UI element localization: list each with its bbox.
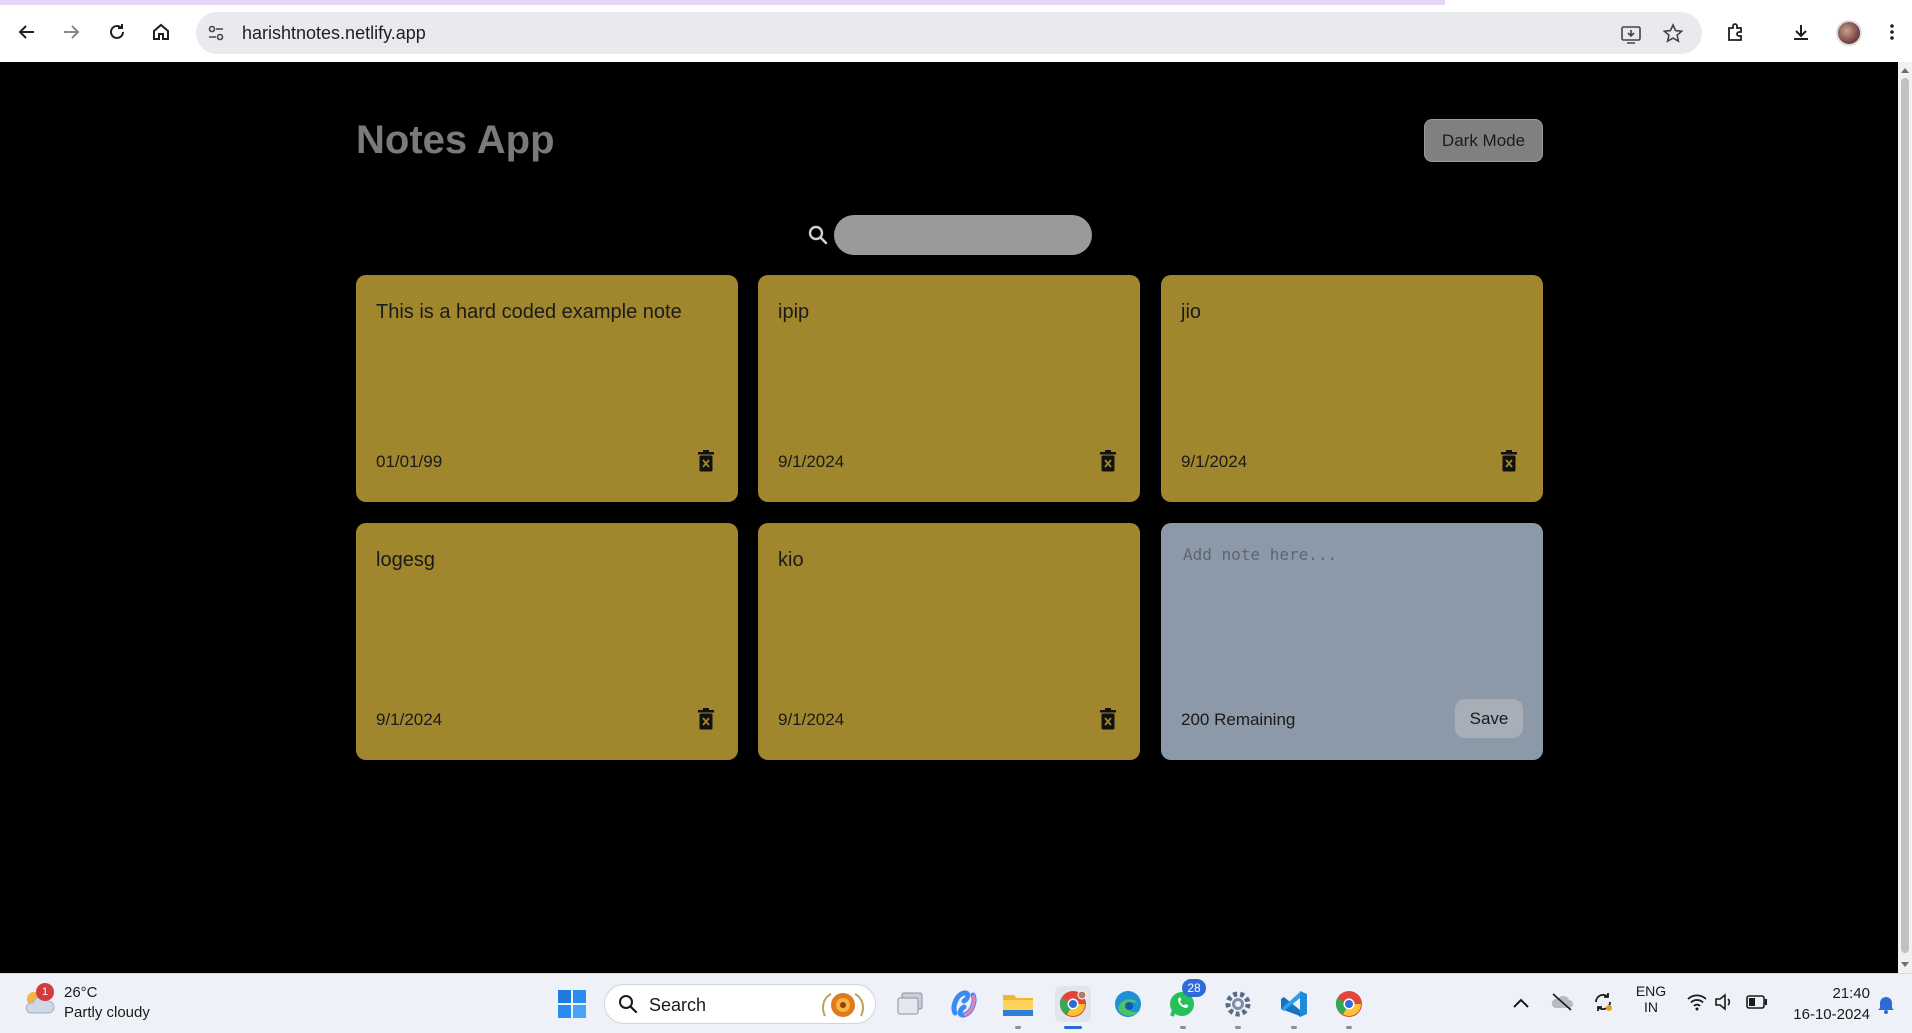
weather-temp: 26°C <box>64 984 98 1001</box>
clock-date: 16-10-2024 <box>1793 1006 1870 1023</box>
new-note-textarea[interactable]: Add note here... <box>1183 545 1337 564</box>
notes-page: Notes App Dark Mode This is a hard coded… <box>0 62 1898 973</box>
note-date: 9/1/2024 <box>778 452 845 471</box>
new-note-card[interactable]: Add note here... 200 Remaining Save <box>1161 523 1543 760</box>
taskbar-search[interactable]: Search <box>604 984 876 1024</box>
note-date: 9/1/2024 <box>1181 452 1248 471</box>
delete-icon[interactable] <box>1099 450 1117 472</box>
search-icon <box>808 225 828 245</box>
save-button[interactable]: Save <box>1455 699 1523 738</box>
note-date: 9/1/2024 <box>778 710 845 729</box>
note-text: jio <box>1181 301 1202 323</box>
copilot-icon[interactable] <box>946 986 982 1022</box>
note-card: jio 9/1/2024 <box>1161 275 1543 502</box>
downloads-icon[interactable] <box>1786 17 1816 47</box>
wifi-icon[interactable] <box>1686 993 1708 1011</box>
delete-icon[interactable] <box>697 450 715 472</box>
dark-mode-button[interactable]: Dark Mode <box>1424 119 1543 162</box>
scrollbar-thumb[interactable] <box>1901 78 1909 953</box>
running-indicator <box>1235 1026 1241 1029</box>
taskbar: 1 26°C Partly cloudy Search 28 ENG IN 21… <box>0 973 1912 1033</box>
note-card: ipip 9/1/2024 <box>758 275 1140 502</box>
chrome-icon[interactable] <box>1331 986 1367 1022</box>
note-text: kio <box>778 549 804 571</box>
running-indicator <box>1291 1026 1297 1029</box>
sync-icon[interactable] <box>1592 991 1614 1013</box>
notification-bell-icon[interactable] <box>1877 994 1895 1014</box>
taskbar-search-label: Search <box>649 995 707 1015</box>
note-date: 01/01/99 <box>376 452 443 471</box>
edge-icon[interactable] <box>1110 986 1146 1022</box>
settings-icon[interactable] <box>1220 986 1256 1022</box>
active-indicator <box>1064 1026 1082 1029</box>
note-text: logesg <box>376 549 435 571</box>
forward-icon[interactable] <box>56 17 86 47</box>
whatsapp-badge: 28 <box>1182 979 1206 997</box>
scroll-up-icon[interactable] <box>1901 68 1909 73</box>
back-icon[interactable] <box>12 17 42 47</box>
start-icon[interactable] <box>554 986 590 1022</box>
search-input[interactable] <box>834 215 1092 255</box>
note-date: 9/1/2024 <box>376 710 443 729</box>
vscode-icon[interactable] <box>1276 986 1312 1022</box>
onedrive-offline-icon[interactable] <box>1550 992 1574 1012</box>
bookmark-star-icon[interactable] <box>1662 23 1684 45</box>
weather-badge: 1 <box>36 983 54 1001</box>
more-menu-icon[interactable] <box>1877 17 1907 47</box>
search-highlight-icon <box>822 993 864 1017</box>
show-hidden-icons-icon[interactable] <box>1512 996 1530 1010</box>
site-info-icon[interactable] <box>206 23 226 43</box>
scroll-down-icon[interactable] <box>1901 962 1909 967</box>
reload-icon[interactable] <box>102 17 132 47</box>
weather-condition: Partly cloudy <box>64 1004 150 1021</box>
task-view-icon[interactable] <box>892 986 928 1022</box>
note-text: ipip <box>778 301 810 323</box>
file-explorer-icon[interactable] <box>1000 986 1036 1022</box>
note-card: logesg 9/1/2024 <box>356 523 738 760</box>
page-title: Notes App <box>356 118 555 162</box>
clock-time: 21:40 <box>1832 985 1870 1002</box>
battery-icon[interactable] <box>1746 995 1768 1009</box>
note-card: This is a hard coded example note 01/01/… <box>356 275 738 502</box>
home-icon[interactable] <box>146 17 176 47</box>
browser-toolbar: harishtnotes.netlify.app <box>0 0 1912 62</box>
running-indicator <box>1015 1026 1021 1029</box>
profile-avatar[interactable] <box>1836 20 1862 46</box>
delete-icon[interactable] <box>697 708 715 730</box>
extensions-icon[interactable] <box>1721 17 1751 47</box>
delete-icon[interactable] <box>1500 450 1518 472</box>
taskbar-search-icon <box>619 995 638 1014</box>
install-app-icon[interactable] <box>1620 23 1642 45</box>
address-bar[interactable]: harishtnotes.netlify.app <box>196 12 1702 54</box>
volume-icon[interactable] <box>1714 993 1734 1011</box>
note-text: This is a hard coded example note <box>376 301 682 323</box>
delete-icon[interactable] <box>1099 708 1117 730</box>
page-scrollbar[interactable] <box>1898 62 1912 973</box>
chrome-active-icon[interactable] <box>1055 986 1091 1022</box>
url-text: harishtnotes.netlify.app <box>242 23 426 43</box>
running-indicator <box>1180 1026 1186 1029</box>
language-indicator[interactable]: ENG IN <box>1634 983 1668 1015</box>
note-card: kio 9/1/2024 <box>758 523 1140 760</box>
tab-strip-edge <box>0 0 1445 5</box>
system-clock[interactable]: 21:40 16-10-2024 <box>1793 983 1870 1025</box>
region-code: IN <box>1644 999 1658 1015</box>
running-indicator <box>1346 1026 1352 1029</box>
remaining-counter: 200 Remaining <box>1181 710 1296 729</box>
language-code: ENG <box>1635 983 1667 999</box>
